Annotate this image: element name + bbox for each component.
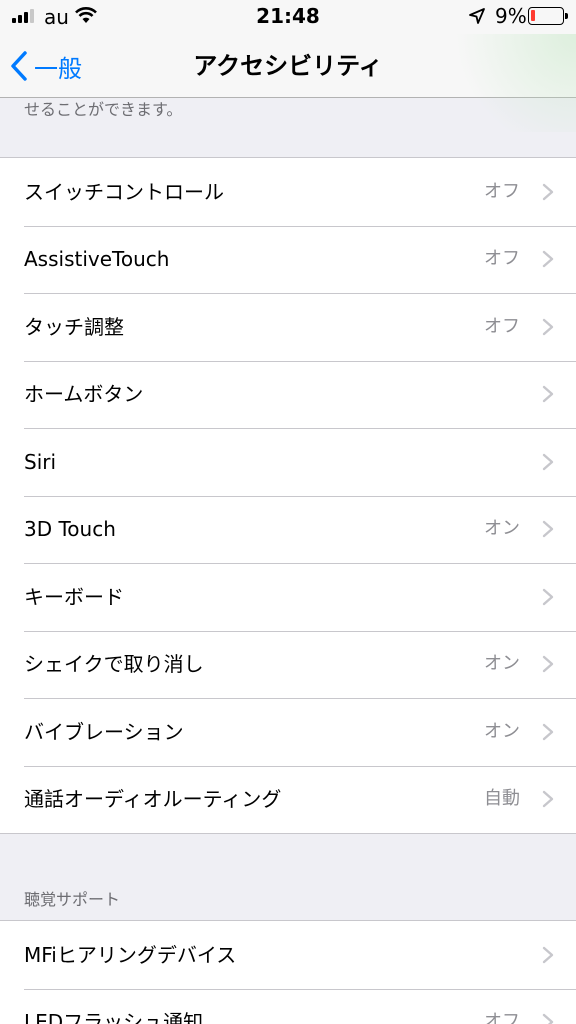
row-value: オフ [484, 180, 520, 202]
chevron-right-icon [542, 251, 554, 268]
row-mfi-hearing-devices[interactable]: MFiヒアリングデバイス [0, 921, 576, 989]
row-value: オフ [484, 315, 520, 337]
row-switch-control[interactable]: スイッチコントロール オフ [0, 158, 576, 226]
row-shake-to-undo[interactable]: シェイクで取り消し オン [0, 630, 576, 699]
row-value: 自動 [484, 788, 520, 810]
battery-icon [528, 7, 568, 25]
chevron-right-icon [542, 386, 554, 403]
page-title: アクセシビリティ [193, 52, 383, 80]
row-label: 通話オーディオルーティング [24, 787, 282, 812]
row-siri[interactable]: Siri [0, 428, 576, 496]
row-label: MFiヒアリングデバイス [24, 942, 237, 967]
row-label: ホームボタン [24, 382, 144, 407]
row-label: Siri [24, 449, 57, 474]
chevron-right-icon [542, 946, 554, 963]
row-value: オフ [484, 248, 520, 270]
chevron-right-icon [542, 453, 554, 470]
navigation-bar: 一般 アクセシビリティ [0, 34, 576, 132]
chevron-right-icon [542, 318, 554, 335]
battery-percent: 9% [495, 4, 527, 28]
chevron-right-icon [542, 656, 554, 673]
clock: 21:48 [256, 4, 320, 28]
chevron-right-icon [542, 791, 554, 808]
settings-list[interactable]: せることができます。 スイッチコントロール オフ AssistiveTouch … [0, 99, 576, 1024]
section-footer-note: せることができます。 [24, 100, 183, 119]
row-label: LEDフラッシュ通知 [24, 1010, 204, 1024]
chevron-right-icon [542, 1014, 554, 1024]
row-label: バイブレーション [24, 719, 184, 744]
chevron-right-icon [542, 723, 554, 740]
row-value: オン [484, 653, 520, 675]
row-label: キーボード [24, 584, 124, 609]
interaction-group: スイッチコントロール オフ AssistiveTouch オフ タッチ調整 オフ… [0, 157, 576, 834]
location-arrow-icon [469, 8, 485, 24]
status-bar: au 21:48 9% [0, 0, 576, 34]
row-home-button[interactable]: ホームボタン [0, 360, 576, 429]
chevron-right-icon [542, 588, 554, 605]
row-touch-accommodations[interactable]: タッチ調整 オフ [0, 293, 576, 361]
row-label: シェイクで取り消し [24, 652, 204, 677]
row-vibration[interactable]: バイブレーション オン [0, 698, 576, 766]
chevron-right-icon [542, 183, 554, 200]
row-label: AssistiveTouch [24, 247, 170, 272]
row-value: オン [484, 518, 520, 540]
chevron-right-icon [542, 521, 554, 538]
row-label: 3D Touch [24, 517, 116, 542]
row-led-flash-alerts[interactable]: LEDフラッシュ通知 オフ [0, 988, 576, 1024]
row-value: オン [484, 720, 520, 742]
row-call-audio-routing[interactable]: 通話オーディオルーティング 自動 [0, 765, 576, 834]
row-label: スイッチコントロール [24, 179, 224, 204]
row-keyboard[interactable]: キーボード [0, 563, 576, 631]
hearing-group: MFiヒアリングデバイス LEDフラッシュ通知 オフ [0, 920, 576, 1024]
row-label: タッチ調整 [24, 314, 124, 339]
row-value: オフ [484, 1011, 520, 1024]
section-header-hearing: 聴覚サポート [24, 890, 121, 909]
row-3d-touch[interactable]: 3D Touch オン [0, 495, 576, 564]
row-assistivetouch[interactable]: AssistiveTouch オフ [0, 225, 576, 294]
